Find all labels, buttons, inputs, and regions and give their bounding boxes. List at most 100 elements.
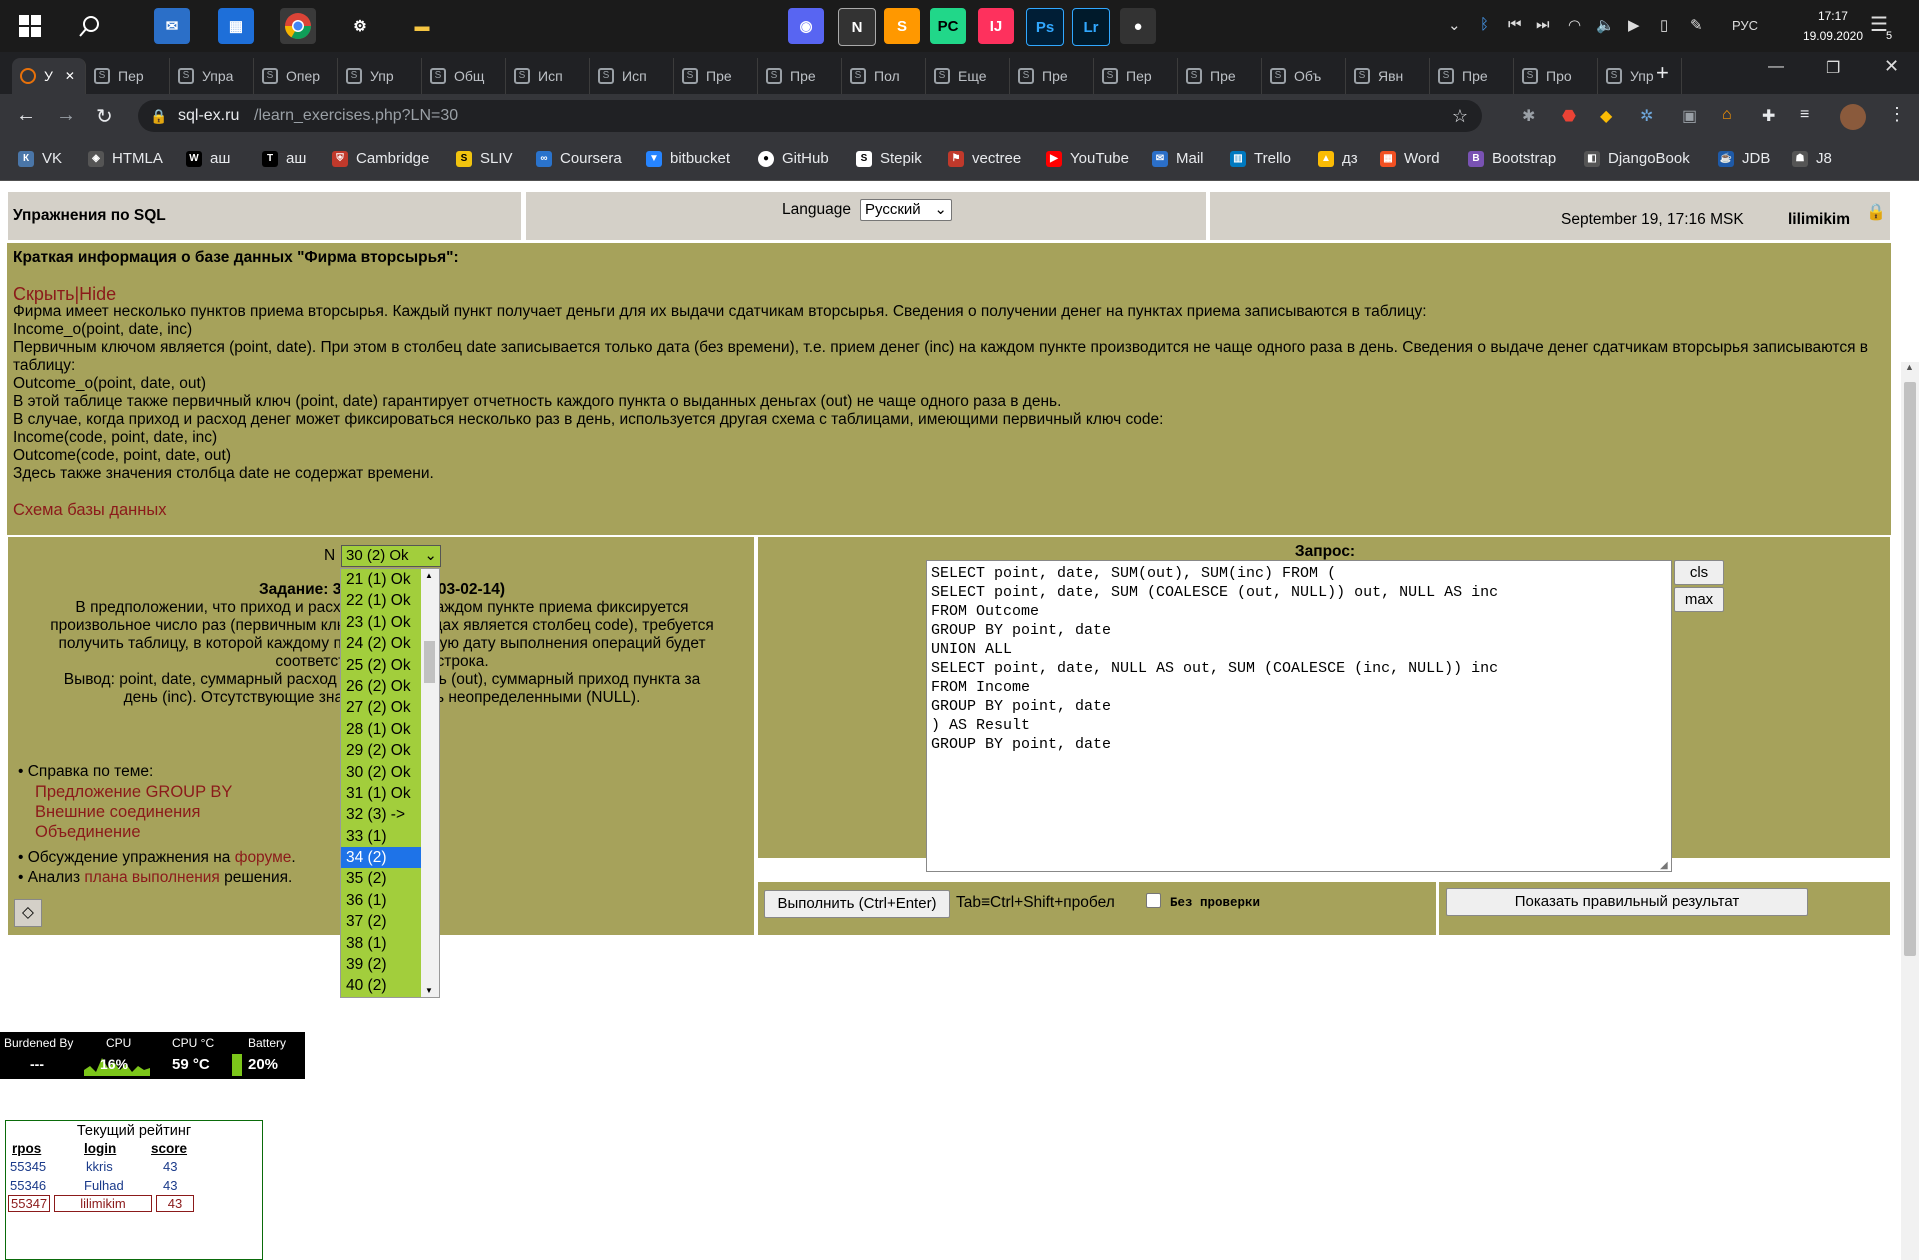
close-window-icon[interactable]: ✕ (1884, 56, 1899, 77)
bookmark-mail[interactable]: ✉ Mail (1152, 150, 1204, 167)
wifi-icon[interactable]: ◠ (1568, 16, 1581, 34)
hide-info-link[interactable]: Скрыть|Hide (13, 285, 1885, 303)
browser-tab[interactable]: S Упр (338, 58, 422, 94)
browser-tab[interactable]: S Упра (170, 58, 254, 94)
sublime-text-icon[interactable]: S (884, 8, 920, 44)
lock-icon[interactable]: 🔒 (150, 100, 167, 132)
exercise-option[interactable]: 23 (1) Ok (341, 611, 424, 634)
dropdown-scrollbar-thumb[interactable] (424, 641, 435, 683)
pycharm-icon[interactable]: PC (930, 8, 966, 44)
store-app-icon[interactable]: ▦ (218, 8, 254, 44)
pen-icon[interactable]: ✎ (1690, 16, 1703, 34)
browser-tab[interactable]: S Общ (422, 58, 506, 94)
exercise-option[interactable]: 24 (2) Ok (341, 633, 424, 655)
address-bar[interactable]: 🔒 sql-ex.ru /learn_exercises.php?LN=30 ☆ (138, 100, 1482, 132)
page-scrollbar[interactable]: ▲ (1901, 362, 1919, 1260)
battery-icon[interactable]: ▯ (1660, 16, 1668, 34)
reading-list-icon[interactable]: ≡ (1800, 106, 1809, 124)
exercise-option[interactable]: 33 (1) (341, 825, 424, 848)
bookmark-github[interactable]: ● GitHub (758, 150, 829, 167)
scroll-up-icon[interactable]: ▲ (425, 571, 433, 580)
page-scrollbar-thumb[interactable] (1904, 382, 1916, 956)
browser-tab[interactable]: S Опер (254, 58, 338, 94)
schema-link[interactable]: Схема базы данных (13, 501, 1885, 519)
file-explorer-icon[interactable]: ▬ (404, 8, 440, 44)
settings-gear-icon[interactable]: ⚙ (342, 8, 378, 44)
header-username[interactable]: lilimikim (1788, 211, 1850, 229)
exercise-dropdown-list[interactable]: 21 (1) Ok 22 (1) Ok 23 (1) Ok 24 (2) Ok 25 (… (340, 568, 440, 998)
navigation-diamond-icon[interactable]: ◇ (14, 899, 42, 927)
close-tab-icon[interactable]: ✕ (65, 69, 75, 83)
bookmark-stepik[interactable]: S Stepik (856, 150, 922, 167)
exercise-option[interactable]: 32 (3) -> (341, 804, 424, 826)
browser-tab[interactable]: S Пре (1178, 58, 1262, 94)
execution-plan-link[interactable]: плана выполнения (84, 869, 219, 886)
search-icon[interactable] (72, 8, 108, 44)
browser-tab[interactable]: S Пер (1094, 58, 1178, 94)
back-icon[interactable]: ← (16, 104, 36, 127)
help-link-outer-joins[interactable]: Внешние соединения (35, 802, 232, 822)
briefcase-extension-icon[interactable]: ▣ (1682, 106, 1697, 126)
exercise-option[interactable]: 40 (2) (341, 975, 424, 997)
bookmark-sliv[interactable]: S SLIV (456, 150, 513, 167)
discord-icon[interactable]: ◉ (788, 8, 824, 44)
settings-extension-icon[interactable]: ✲ (1640, 106, 1653, 126)
rating-header-rpos[interactable]: rpos (12, 1141, 41, 1156)
new-tab-icon[interactable]: + (1656, 60, 1669, 86)
exercise-option[interactable]: 35 (2) (341, 868, 424, 890)
rating-header-score[interactable]: score (151, 1141, 187, 1156)
language-indicator[interactable]: РУС (1732, 18, 1758, 33)
extensions-puzzle-icon[interactable]: ✚ (1762, 106, 1775, 126)
sale-extension-icon[interactable]: ⌂ (1722, 106, 1732, 124)
maximize-button[interactable]: max (1674, 587, 1724, 612)
chevron-up-icon[interactable]: ⌄ (1448, 16, 1461, 34)
exercise-option[interactable]: 39 (2) (341, 954, 424, 976)
browser-tab[interactable]: S Пол (842, 58, 926, 94)
mail-app-icon[interactable]: ✉ (154, 8, 190, 44)
chrome-icon[interactable] (280, 8, 316, 44)
dropdown-scrollbar[interactable]: ▲ ▼ (421, 569, 439, 997)
bookmark-youtube[interactable]: ▶ YouTube (1046, 150, 1129, 167)
profile-avatar[interactable] (1840, 104, 1866, 130)
execute-button[interactable]: Выполнить (Ctrl+Enter) (764, 890, 950, 918)
help-link-union[interactable]: Объединение (35, 822, 232, 842)
exercise-option[interactable]: 22 (1) Ok (341, 590, 424, 612)
reload-icon[interactable]: ↻ (96, 104, 113, 129)
bookmark-j8[interactable]: ☗ J8 (1792, 150, 1832, 167)
volume-icon[interactable]: 🔈 (1596, 16, 1615, 34)
exercise-option[interactable]: 25 (2) Ok (341, 654, 424, 676)
browser-tab[interactable]: S Пре (1010, 58, 1094, 94)
browser-tab[interactable]: S Пре (1430, 58, 1514, 94)
browser-tab[interactable]: У ✕ (12, 58, 86, 94)
browser-tab[interactable]: S Про (1514, 58, 1598, 94)
bookmark-bitbucket[interactable]: ▼ bitbucket (646, 150, 730, 167)
exercise-option[interactable]: 31 (1) Ok (341, 782, 424, 805)
exercise-option[interactable]: 21 (1) Ok (341, 569, 424, 591)
bookmark-vk[interactable]: К VK (18, 150, 62, 167)
bookmark-coursera[interactable]: ∞ Coursera (536, 150, 622, 167)
obs-icon[interactable]: ● (1120, 8, 1156, 44)
bookmark-htmla[interactable]: ◈ HTMLA (88, 150, 163, 167)
system-clock[interactable]: 17:17 19.09.2020 (1803, 6, 1863, 46)
no-check-checkbox[interactable] (1146, 893, 1161, 908)
clear-button[interactable]: cls (1674, 560, 1724, 585)
forum-link[interactable]: форуме (235, 849, 292, 866)
resize-handle-icon[interactable]: ◢ (1660, 860, 1668, 871)
exercise-option[interactable]: 26 (2) Ok (341, 675, 424, 698)
bookmark-jdb[interactable]: ☕ JDB (1718, 150, 1770, 167)
bluetooth-icon[interactable]: ᛒ (1480, 16, 1489, 33)
bookmark-word[interactable]: ▦ Word (1380, 150, 1440, 167)
exercise-select[interactable]: 30 (2) Ok ⌄ (341, 545, 441, 567)
bookmark-star-icon[interactable]: ☆ (1452, 100, 1468, 132)
browser-tab[interactable]: S Пре (758, 58, 842, 94)
browser-tab[interactable]: S Еще (926, 58, 1010, 94)
scroll-down-icon[interactable]: ▼ (425, 986, 433, 995)
bookmark-vectree[interactable]: ⚑ vectree (948, 150, 1021, 167)
bookmark-drive[interactable]: ▲ дз (1318, 150, 1358, 167)
exercise-option[interactable]: 34 (2) (341, 847, 424, 869)
exercise-option[interactable]: 27 (2) Ok (341, 697, 424, 719)
media-next-icon[interactable]: ⏭ (1536, 16, 1550, 33)
photoshop-icon[interactable]: Ps (1026, 8, 1064, 46)
bookmark-bootstrap[interactable]: B Bootstrap (1468, 150, 1556, 167)
bookmark-tb[interactable]: Tаш (262, 150, 306, 167)
